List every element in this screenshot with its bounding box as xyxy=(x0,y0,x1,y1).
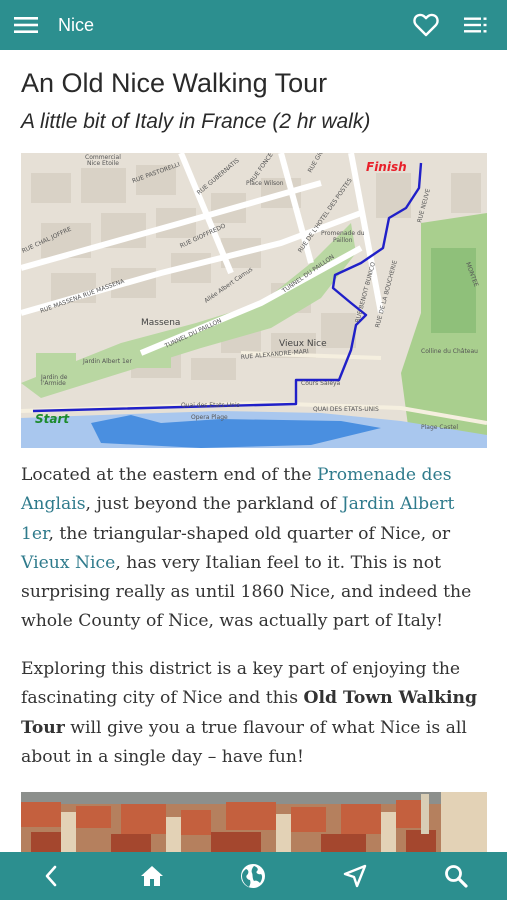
menu-button[interactable] xyxy=(0,0,52,50)
tour-paragraph: Exploring this district is a key part of… xyxy=(21,655,491,772)
globe-icon xyxy=(241,864,266,888)
search-icon xyxy=(445,865,468,888)
svg-text:Vieux Nice: Vieux Nice xyxy=(279,339,327,349)
globe-button[interactable] xyxy=(228,852,278,900)
svg-text:Opera Plage: Opera Plage xyxy=(191,414,228,421)
svg-text:Massena: Massena xyxy=(141,318,180,328)
hamburger-menu-icon xyxy=(14,17,38,33)
tour-text-2: will give you a true flavour of what Nic… xyxy=(21,717,467,767)
app-bar: Nice xyxy=(0,0,507,50)
intro-text-3: , the triangular-shaped old quarter of N… xyxy=(48,523,451,544)
page-subtitle: A little bit of Italy in France (2 hr wa… xyxy=(21,110,371,133)
walking-tour-map[interactable]: CommercialNice Etoile RUE PASTORELLI RUE… xyxy=(21,153,487,448)
back-icon xyxy=(45,865,56,887)
old-nice-rooftops-photo xyxy=(21,792,487,852)
svg-text:Quai des Etats-Unis: Quai des Etats-Unis xyxy=(181,402,240,409)
heart-icon xyxy=(413,13,439,37)
svg-text:Promenade du: Promenade du xyxy=(321,230,365,237)
back-button[interactable] xyxy=(26,852,76,900)
content-area[interactable]: An Old Nice Walking Tour A little bit of… xyxy=(0,50,507,852)
intro-paragraph: Located at the eastern end of the Promen… xyxy=(21,461,491,637)
favorite-button[interactable] xyxy=(401,0,451,50)
navigate-button[interactable] xyxy=(330,852,380,900)
list-icon xyxy=(464,17,487,33)
search-button[interactable] xyxy=(431,852,481,900)
svg-text:Colline du Château: Colline du Château xyxy=(421,348,478,355)
svg-text:l'Armide: l'Armide xyxy=(41,380,66,387)
home-button[interactable] xyxy=(127,852,177,900)
map-finish-label: Finish xyxy=(366,160,407,174)
map-start-label: Start xyxy=(35,412,70,426)
svg-text:Nice Etoile: Nice Etoile xyxy=(87,160,119,167)
svg-text:Place Wilson: Place Wilson xyxy=(246,180,284,187)
home-icon xyxy=(141,866,164,886)
bottom-nav-bar xyxy=(0,852,507,900)
svg-text:Cours Saleya: Cours Saleya xyxy=(301,380,341,387)
page-title: An Old Nice Walking Tour xyxy=(21,68,328,98)
app-title: Nice xyxy=(58,14,95,35)
svg-text:Plage Castel: Plage Castel xyxy=(421,424,458,431)
intro-text-2: , just beyond the parkland of xyxy=(85,494,342,515)
svg-text:QUAI DES ETATS-UNIS: QUAI DES ETATS-UNIS xyxy=(313,406,379,413)
list-button[interactable] xyxy=(451,0,501,50)
intro-text-1: Located at the eastern end of the xyxy=(21,465,317,485)
navigate-icon xyxy=(343,864,367,888)
svg-text:Paillon: Paillon xyxy=(333,237,353,244)
vieux-nice-link[interactable]: Vieux Nice xyxy=(21,553,115,573)
svg-text:Jardin Albert 1er: Jardin Albert 1er xyxy=(82,358,133,365)
